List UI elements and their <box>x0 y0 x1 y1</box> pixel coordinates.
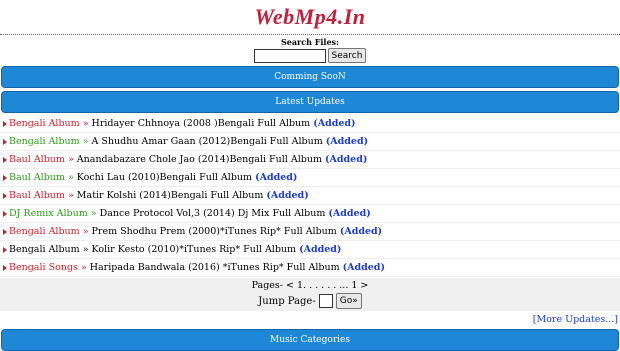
list-item[interactable]: Baul Album » Anandabazare Chole Jao (201… <box>0 151 620 169</box>
list-item[interactable]: Bengali Album » Hridayer Chhnoya (2008 )… <box>0 115 620 133</box>
separator: » <box>79 118 92 129</box>
more-updates: [More Updates...] <box>0 314 620 325</box>
separator: » <box>79 244 92 255</box>
music-categories-bar: Music Categories <box>1 329 619 351</box>
update-title[interactable]: Prem Shodhu Prem (2000)*iTunes Rip* Full… <box>92 226 337 237</box>
latest-updates-bar: Latest Updates <box>1 91 619 113</box>
search-button[interactable]: Search <box>327 48 367 63</box>
search-input[interactable] <box>253 48 326 63</box>
arrow-right-icon <box>3 192 7 199</box>
go-button[interactable]: Go» <box>335 293 362 309</box>
coming-soon-bar[interactable]: Comming SooN <box>1 66 619 88</box>
update-title[interactable]: Anandabazare Chole Jao (2014)Bengali Ful… <box>77 154 322 165</box>
arrow-right-icon <box>3 120 7 127</box>
list-item[interactable]: Baul Album » Matir Kolshi (2014)Bengali … <box>0 187 620 205</box>
jump-row: Jump Page- Go» <box>0 293 620 309</box>
update-category[interactable]: Baul Album <box>9 190 65 201</box>
list-item[interactable]: Bengali Album » Kolir Kesto (2010)*iTune… <box>0 241 620 259</box>
update-title[interactable]: Haripada Bandwala (2016) *iTunes Rip* Fu… <box>90 262 340 273</box>
list-item[interactable]: Bengali Album » A Shudhu Amar Gaan (2012… <box>0 133 620 151</box>
separator: » <box>64 172 77 183</box>
separator: » <box>87 208 100 219</box>
arrow-right-icon <box>3 264 7 271</box>
added-badge: (Added) <box>313 118 356 129</box>
update-title[interactable]: Dance Protocol Vol,3 (2014) Dj Mix Full … <box>100 208 326 219</box>
list-item[interactable]: Bengali Songs » Haripada Bandwala (2016)… <box>0 259 620 277</box>
separator: » <box>77 262 90 273</box>
update-title[interactable]: Hridayer Chhnoya (2008 )Bengali Full Alb… <box>92 118 311 129</box>
site-logo[interactable]: WebMp4.In <box>254 4 365 29</box>
update-category[interactable]: Baul Album <box>9 154 65 165</box>
update-category[interactable]: Bengali Songs <box>9 262 78 273</box>
list-item[interactable]: DJ Remix Album » Dance Protocol Vol,3 (2… <box>0 205 620 223</box>
added-badge: (Added) <box>255 172 298 183</box>
added-badge: (Added) <box>325 136 369 147</box>
arrow-right-icon <box>3 246 7 253</box>
separator: » <box>79 226 92 237</box>
update-category[interactable]: DJ Remix Album <box>9 208 88 219</box>
update-category[interactable]: Baul Album <box>9 172 65 183</box>
list-item[interactable]: Baul Album » Kochi Lau (2010)Bengali Ful… <box>0 169 620 187</box>
separator: » <box>79 136 92 147</box>
arrow-right-icon <box>3 228 7 235</box>
update-title[interactable]: Kolir Kesto (2010)*iTunes Rip* Full Albu… <box>92 244 297 255</box>
arrow-right-icon <box>3 210 7 217</box>
added-badge: (Added) <box>325 154 368 165</box>
added-badge: (Added) <box>339 226 383 237</box>
update-category[interactable]: Bengali Album <box>9 226 80 237</box>
jump-page-input[interactable] <box>318 294 333 308</box>
separator: » <box>64 154 77 165</box>
update-title[interactable]: Kochi Lau (2010)Bengali Full Album <box>77 172 252 183</box>
header: WebMp4.In <box>0 0 620 32</box>
update-title[interactable]: A Shudhu Amar Gaan (2012)Bengali Full Al… <box>92 136 323 147</box>
more-updates-link[interactable]: [More Updates...] <box>533 314 618 325</box>
search-row: Search <box>0 48 620 63</box>
search-section: Search Files: Search <box>0 35 620 63</box>
updates-list: Bengali Album » Hridayer Chhnoya (2008 )… <box>0 115 620 277</box>
arrow-right-icon <box>3 156 7 163</box>
pages-text[interactable]: Pages- < 1. . . . . . ... 1 > <box>0 280 620 292</box>
list-item[interactable]: Bengali Album » Prem Shodhu Prem (2000)*… <box>0 223 620 241</box>
update-category[interactable]: Bengali Album <box>9 244 80 255</box>
added-badge: (Added) <box>299 244 342 255</box>
search-title: Search Files: <box>280 37 340 47</box>
separator: » <box>64 190 77 201</box>
jump-label: Jump Page- <box>258 295 316 307</box>
update-category[interactable]: Bengali Album <box>9 118 80 129</box>
pagination: Pages- < 1. . . . . . ... 1 > Jump Page-… <box>0 278 620 311</box>
update-category[interactable]: Bengali Album <box>9 136 80 147</box>
update-title[interactable]: Matir Kolshi (2014)Bengali Full Album <box>77 190 264 201</box>
arrow-right-icon <box>3 138 7 145</box>
arrow-right-icon <box>3 174 7 181</box>
added-badge: (Added) <box>328 208 371 219</box>
added-badge: (Added) <box>266 190 309 201</box>
added-badge: (Added) <box>342 262 385 273</box>
